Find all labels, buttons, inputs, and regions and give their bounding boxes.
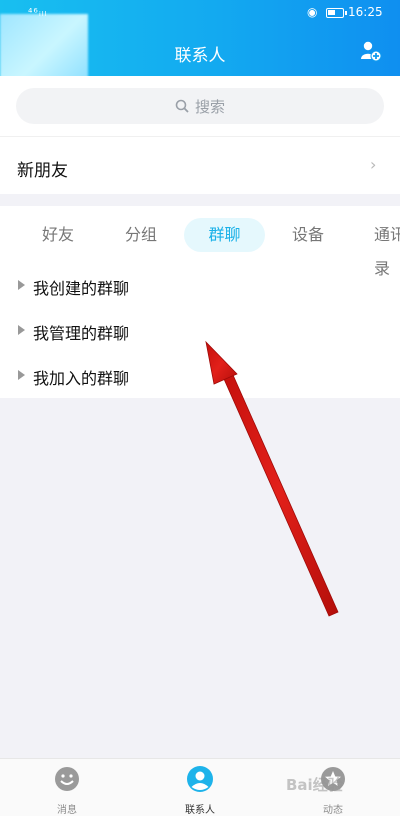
add-user-icon — [361, 41, 382, 62]
eye-icon: ◉ — [307, 5, 318, 19]
category-tabs: 好友 分组 群聊 设备 通讯录 — [0, 218, 400, 278]
battery-icon — [326, 8, 347, 18]
empty-area — [0, 398, 400, 758]
nav-label: 联系人 — [185, 805, 215, 816]
nav-messages[interactable]: 消息 — [27, 765, 107, 816]
tab-group-chats[interactable]: 群聊 — [184, 218, 265, 252]
add-contact-button[interactable] — [360, 40, 382, 62]
smile-face-icon — [55, 767, 79, 791]
nav-contacts[interactable]: 联系人 — [160, 765, 240, 816]
clock-time: 16:25 — [348, 5, 383, 19]
signal-icon: ⁴⁶ᵢₗₗ — [28, 6, 48, 19]
group-row-label: 我加入的群聊 — [33, 369, 130, 388]
search-icon — [175, 99, 189, 113]
group-row-label: 我管理的群聊 — [33, 324, 130, 343]
watermark: Bai经验 — [286, 776, 343, 794]
group-row-label: 我创建的群聊 — [33, 279, 130, 298]
expand-arrow-icon — [18, 370, 25, 380]
nav-label: 消息 — [57, 805, 77, 816]
group-row-joined[interactable]: 我加入的群聊 — [0, 356, 400, 396]
tab-devices[interactable]: 设备 — [278, 218, 338, 252]
person-icon — [187, 766, 213, 792]
tab-address-book[interactable]: 通讯录 — [360, 218, 400, 278]
contacts-panel: 好友 分组 群聊 设备 通讯录 我创建的群聊 我管理的群聊 我加入的群聊 — [0, 206, 400, 398]
new-friends-row[interactable]: 新朋友 › — [0, 136, 400, 194]
search-area: 搜索 — [0, 76, 400, 136]
search-input[interactable]: 搜索 — [16, 88, 384, 124]
page-title: 联系人 — [174, 46, 226, 66]
header-bar: ⁴⁶ᵢₗₗ ◉ 16:25 联系人 — [0, 0, 400, 80]
group-row-managed[interactable]: 我管理的群聊 — [0, 311, 400, 351]
new-friends-label: 新朋友 — [17, 161, 68, 181]
tab-groups[interactable]: 分组 — [111, 218, 171, 252]
search-placeholder: 搜索 — [194, 97, 225, 116]
status-bar: ⁴⁶ᵢₗₗ ◉ 16:25 — [0, 0, 400, 26]
nav-label: 动态 — [323, 805, 343, 816]
expand-arrow-icon — [18, 280, 25, 290]
section-divider — [0, 194, 400, 206]
tab-friends[interactable]: 好友 — [28, 218, 88, 252]
chevron-right-icon: › — [370, 155, 377, 174]
group-row-created[interactable]: 我创建的群聊 — [0, 266, 400, 306]
expand-arrow-icon — [18, 325, 25, 335]
